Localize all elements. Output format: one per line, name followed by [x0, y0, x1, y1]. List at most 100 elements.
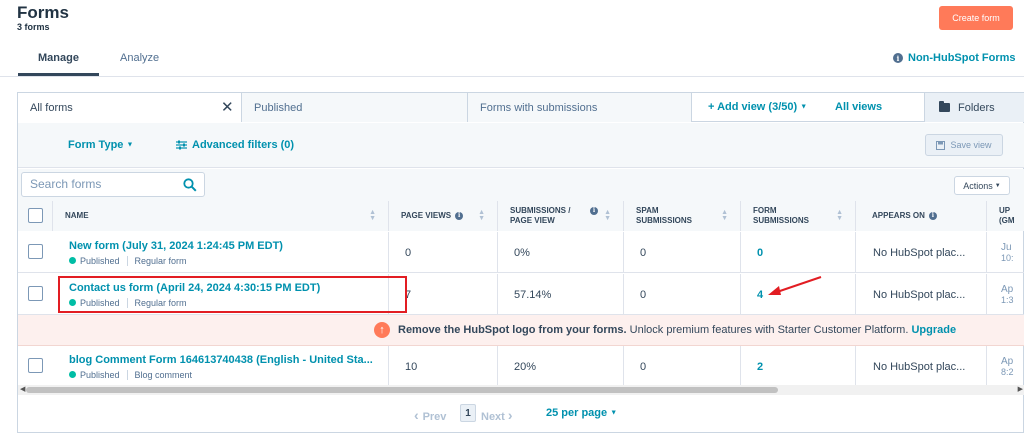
spam-cell: 0 — [624, 346, 741, 387]
header-select-cell — [18, 201, 53, 231]
table-row: New form (July 31, 2024 1:24:45 PM EDT) … — [18, 232, 1024, 273]
create-form-button[interactable]: Create form — [939, 6, 1013, 30]
scrollbar-thumb[interactable] — [26, 387, 778, 393]
form-submissions-link[interactable]: 2 — [757, 361, 763, 373]
upgrade-banner: ↑ Remove the HubSpot logo from your form… — [18, 315, 1024, 346]
tab-manage[interactable]: Manage — [38, 52, 79, 64]
close-icon[interactable]: ✕ — [221, 98, 234, 116]
per-page-dropdown[interactable]: 25 per page ▼ — [546, 407, 617, 419]
form-name-link[interactable]: New form (July 31, 2024 1:24:45 PM EDT) — [69, 240, 283, 252]
updated-date: Ju — [1001, 241, 1012, 253]
actions-dropdown[interactable]: Actions ▼ — [954, 176, 1010, 195]
search-icon[interactable] — [183, 178, 197, 192]
form-submissions-cell: 0 — [741, 232, 856, 273]
sort-icon: ▲ ▼ — [604, 209, 611, 222]
next-label: Next — [481, 411, 505, 423]
updated-cell: Ap 1:3 — [987, 274, 1024, 315]
column-header-spam[interactable]: SPAM SUBMISSIONS ▲ ▼ — [624, 201, 741, 231]
form-type-filter[interactable]: Form Type ▼ — [68, 139, 133, 151]
page-title: Forms — [17, 3, 69, 22]
annotation-arrow-icon — [768, 276, 822, 295]
view-tabs: All forms ✕ Published Forms with submiss… — [18, 93, 1024, 122]
info-icon: i — [928, 212, 937, 220]
appears-on-cell: No HubSpot plac... — [856, 274, 987, 315]
non-hubspot-forms-link[interactable]: i Non-HubSpot Forms — [893, 52, 1016, 64]
all-views-link[interactable]: All views — [835, 101, 882, 113]
save-view-button[interactable]: Save view — [925, 134, 1003, 156]
filter-bar: Form Type ▼ Advanced filters (0) Save vi… — [18, 123, 1024, 168]
folders-button[interactable]: Folders — [924, 93, 1024, 122]
page-views-cell: 10 — [389, 346, 498, 387]
column-header-page-views[interactable]: PAGE VIEWS i ▲ ▼ — [389, 201, 498, 231]
form-name-link[interactable]: blog Comment Form 164613740438 (English … — [69, 354, 373, 366]
advanced-filters-button[interactable]: Advanced filters (0) — [176, 139, 294, 151]
meta-divider — [126, 255, 128, 266]
view-tab-forms-with-submissions[interactable]: Forms with submissions — [468, 93, 692, 122]
view-tab-all-forms[interactable]: All forms — [18, 93, 242, 122]
column-header-page-views-label: PAGE VIEWS — [401, 211, 452, 220]
actions-label: Actions — [963, 180, 993, 191]
spam-label-line2: SUBMISSIONS — [636, 216, 693, 225]
spam-cell: 0 — [624, 274, 741, 315]
arrow-up-icon: ↑ — [374, 322, 390, 338]
submission-rate-cell: 0% — [498, 232, 624, 273]
tab-analyze[interactable]: Analyze — [120, 52, 159, 64]
form-type-label: Form Type — [68, 139, 124, 151]
plus-icon: + — [708, 101, 718, 113]
table-row: blog Comment Form 164613740438 (English … — [18, 346, 1024, 387]
column-header-updated[interactable]: UP (GM — [987, 201, 1024, 231]
select-all-checkbox[interactable] — [28, 208, 43, 223]
page-views-cell: 0 — [389, 232, 498, 273]
highlight-box — [58, 276, 407, 313]
column-header-form-submissions[interactable]: FORM SUBMISSIONS ▲ ▼ — [741, 201, 856, 231]
chevron-right-icon: › — [507, 407, 513, 423]
current-page-button[interactable]: 1 — [460, 404, 476, 422]
published-status-dot — [69, 257, 76, 264]
next-page-button[interactable]: Next › — [481, 407, 513, 423]
upgrade-banner-message: Remove the HubSpot logo from your forms.… — [398, 324, 956, 336]
info-icon: i — [455, 212, 464, 220]
form-submissions-link[interactable]: 4 — [757, 289, 763, 301]
save-view-label: Save view — [950, 140, 992, 150]
add-view-label: Add view (3/50) — [717, 101, 798, 113]
add-view-button[interactable]: + Add view (3/50) ▼ — [708, 101, 807, 113]
scroll-right-icon[interactable]: ▶ — [1018, 385, 1023, 393]
updated-label-line2: (GM — [999, 216, 1015, 225]
scroll-left-icon[interactable]: ◀ — [20, 385, 25, 393]
form-submissions-link[interactable]: 0 — [757, 247, 763, 259]
submission-rate-cell: 57.14% — [498, 274, 624, 315]
caret-down-icon: ▼ — [126, 141, 134, 149]
view-tab-submissions-label: Forms with submissions — [480, 101, 598, 114]
prev-page-button[interactable]: ‹ Prev — [414, 407, 446, 423]
column-header-name-label: NAME — [65, 211, 89, 220]
form-submissions-cell: 2 — [741, 346, 856, 387]
form-type: Blog comment — [134, 369, 193, 380]
caret-down-icon: ▼ — [994, 182, 1001, 189]
updated-time: 8:2 — [1001, 366, 1014, 377]
updated-date: Ap — [1001, 355, 1014, 367]
pagination: ‹ Prev 1 Next › 25 per page ▼ — [18, 403, 1024, 425]
info-icon: i — [893, 53, 903, 63]
appears-on-cell: No HubSpot plac... — [856, 232, 987, 273]
view-tab-published[interactable]: Published — [242, 93, 468, 122]
search-input[interactable] — [30, 177, 170, 191]
form-meta: Published Regular form — [69, 255, 187, 266]
column-header-spam-label: SPAM SUBMISSIONS — [636, 206, 692, 226]
column-header-appears-on[interactable]: APPEARS ON i — [856, 201, 987, 231]
updated-label-line1: UP — [999, 206, 1011, 215]
save-icon — [936, 140, 946, 150]
horizontal-scrollbar[interactable]: ◀ ▶ — [18, 385, 1024, 395]
tabs-divider — [0, 76, 1024, 77]
updated-cell: Ap 8:2 — [987, 346, 1024, 387]
appears-on-cell: No HubSpot plac... — [856, 346, 987, 387]
column-header-submission-rate[interactable]: SUBMISSIONS / PAGE VIEW i ▲ ▼ — [498, 201, 624, 231]
upgrade-link[interactable]: Upgrade — [911, 324, 956, 336]
spam-label-line1: SPAM — [636, 206, 659, 215]
per-page-label: 25 per page — [546, 407, 608, 419]
advanced-filters-label: Advanced filters (0) — [192, 139, 295, 151]
updated-time: 10: — [1001, 252, 1014, 263]
column-header-name[interactable]: NAME ▲ ▼ — [53, 201, 389, 231]
search-box — [21, 172, 205, 197]
updated-cell: Ju 10: — [987, 232, 1024, 273]
non-hubspot-forms-label: Non-HubSpot Forms — [908, 52, 1016, 64]
